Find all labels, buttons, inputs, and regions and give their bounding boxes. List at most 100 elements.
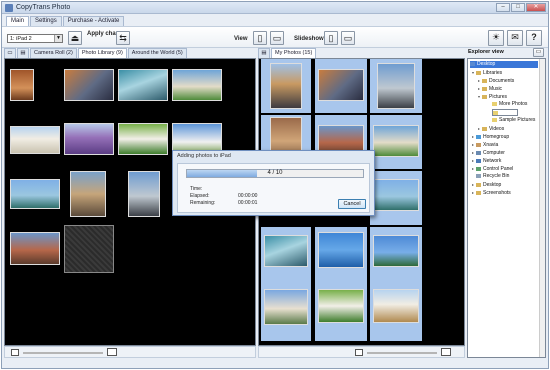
- photo-thumbnail[interactable]: [270, 63, 302, 109]
- title-bar: CopyTrans Photo – □ ✕: [2, 2, 548, 14]
- slideshow-label: Slideshow: [294, 36, 324, 42]
- photo-thumbnail[interactable]: [118, 69, 168, 101]
- zoom-out-icon[interactable]: [355, 349, 363, 356]
- explorer-scrollbar[interactable]: [539, 59, 545, 357]
- tree-item-videos[interactable]: ▸ Videos: [478, 125, 504, 132]
- photo-thumbnail[interactable]: [264, 289, 308, 325]
- progress-bar: 4 / 10: [186, 169, 364, 178]
- remaining-value: 00:00:01: [238, 200, 258, 206]
- explorer-tree: Desktop ▾ Libraries ▸ Documents ▸ Music ▾ Pi…: [467, 58, 546, 358]
- photo-thumbnail[interactable]: [373, 179, 419, 211]
- folder-icon: [482, 126, 487, 131]
- tree-item-recycle-bin[interactable]: Recycle Bin: [472, 173, 509, 180]
- photo-thumbnail[interactable]: [318, 232, 364, 268]
- eject-icon[interactable]: ⏏: [68, 31, 82, 45]
- photo-thumbnail[interactable]: [10, 126, 60, 154]
- folder-icon: [493, 110, 498, 115]
- tree-item-network[interactable]: ▸ Network: [472, 157, 501, 164]
- computer-slideshow-icon[interactable]: ▭: [341, 31, 355, 45]
- photo-thumbnail[interactable]: [128, 171, 160, 217]
- bulb-icon[interactable]: ☀: [488, 30, 504, 46]
- tree-item-music[interactable]: ▸ Music: [478, 85, 502, 92]
- elapsed-value: 00:00:00: [238, 193, 258, 199]
- tree-item-control-panel[interactable]: ▸ Control Panel: [472, 165, 513, 172]
- photo-thumbnail-loading[interactable]: [64, 225, 114, 273]
- photo-thumbnail[interactable]: [118, 123, 168, 155]
- tab-my-photos[interactable]: My Photos (15): [271, 48, 317, 58]
- tab-main[interactable]: Main: [6, 16, 30, 26]
- tab-photo-library[interactable]: Photo Library (9): [77, 48, 127, 58]
- folder-icon: [482, 86, 487, 91]
- tree-item-xnavia[interactable]: ▸ Xnavia: [472, 141, 498, 148]
- folder-icon: [492, 117, 497, 122]
- device-view-icon[interactable]: ▯: [253, 31, 267, 45]
- photo-thumbnail[interactable]: [373, 125, 419, 157]
- folder-icon: [476, 190, 481, 195]
- tab-camera-roll[interactable]: Camera Roll (2): [30, 48, 77, 58]
- folder-icon[interactable]: ▭: [533, 48, 544, 57]
- photo-thumbnail[interactable]: [10, 69, 34, 101]
- album-list-toggle[interactable]: ▭: [4, 48, 16, 58]
- time-label: Time:: [190, 186, 203, 192]
- tree-item-computer[interactable]: ▸ Computer: [472, 149, 505, 156]
- photo-thumbnail[interactable]: [373, 235, 419, 267]
- homegroup-icon: [476, 134, 481, 139]
- zoom-in-icon[interactable]: [441, 348, 451, 356]
- apply-changes-button[interactable]: ⇆: [116, 31, 130, 45]
- library-icon: [476, 70, 481, 75]
- folder-add-icon[interactable]: ▤: [258, 48, 270, 58]
- desktop-icon: [470, 61, 475, 66]
- app-icon: [5, 4, 13, 12]
- photo-thumbnail[interactable]: [70, 171, 106, 217]
- right-zoom-slider[interactable]: [367, 352, 437, 354]
- tab-purchase-activate[interactable]: Purchase - Activate: [62, 16, 125, 26]
- close-button[interactable]: ✕: [526, 3, 546, 12]
- folder-add-icon[interactable]: ▤: [17, 48, 29, 58]
- folder-icon: [476, 182, 481, 187]
- mail-icon[interactable]: ✉: [507, 30, 523, 46]
- zoom-in-icon[interactable]: [107, 348, 117, 356]
- tree-item-homegroup[interactable]: ▸ Homegroup: [472, 133, 509, 140]
- view-label: View: [234, 36, 248, 42]
- photo-thumbnail[interactable]: [264, 235, 308, 267]
- device-select[interactable]: 1: iPad 2 ▼: [7, 34, 63, 43]
- photo-thumbnail[interactable]: [64, 69, 114, 101]
- recycle-bin-icon: [476, 173, 481, 178]
- cancel-button[interactable]: Cancel: [338, 199, 366, 209]
- photo-thumbnail[interactable]: [172, 69, 222, 101]
- photo-thumbnail[interactable]: [373, 289, 419, 323]
- photo-thumbnail[interactable]: [64, 123, 114, 155]
- photo-thumbnail[interactable]: [10, 179, 60, 209]
- folder-icon: [492, 101, 497, 106]
- tree-item-documents[interactable]: ▸ Documents: [478, 77, 514, 84]
- photo-thumbnail[interactable]: [377, 63, 415, 109]
- tab-settings[interactable]: Settings: [30, 16, 62, 26]
- network-icon: [476, 158, 481, 163]
- left-zoom-slider[interactable]: [23, 352, 103, 354]
- tree-item-rename-field[interactable]: [492, 109, 518, 116]
- computer-view-icon[interactable]: ▭: [270, 31, 284, 45]
- zoom-out-icon[interactable]: [11, 349, 19, 356]
- tree-item-screenshots[interactable]: ▸ Screenshots: [472, 189, 511, 196]
- tab-around-the-world[interactable]: Around the World (5): [127, 48, 187, 58]
- tree-item-desktop-folder[interactable]: ▸ Desktop: [472, 181, 501, 188]
- tree-item-libraries[interactable]: ▾ Libraries: [472, 69, 502, 76]
- remaining-label: Remaining:: [190, 200, 216, 206]
- tree-item-more-photos[interactable]: More Photos: [492, 101, 527, 108]
- photo-thumbnail[interactable]: [318, 289, 364, 323]
- tree-item-pictures[interactable]: ▾ Pictures: [478, 93, 507, 100]
- photo-thumbnail[interactable]: [10, 232, 60, 265]
- tree-item-desktop[interactable]: Desktop: [470, 61, 538, 68]
- maximize-button[interactable]: □: [511, 3, 525, 12]
- minimize-button[interactable]: –: [496, 3, 510, 12]
- computer-icon: [476, 150, 481, 155]
- device-slideshow-icon[interactable]: ▯: [324, 31, 338, 45]
- device-select-value: 1: iPad 2: [10, 36, 32, 42]
- right-zoom-bar: [258, 346, 465, 358]
- chevron-down-icon: ▼: [54, 35, 62, 42]
- photo-thumbnail[interactable]: [318, 69, 364, 101]
- help-button[interactable]: ?: [526, 30, 542, 46]
- tree-item-sample-pictures[interactable]: Sample Pictures: [492, 117, 535, 124]
- explorer-view-label: Explorer view: [468, 49, 504, 55]
- toolbar: 1: iPad 2 ▼ ⏏ Apply changes ⇆ View ▯ ▭ S…: [2, 26, 548, 48]
